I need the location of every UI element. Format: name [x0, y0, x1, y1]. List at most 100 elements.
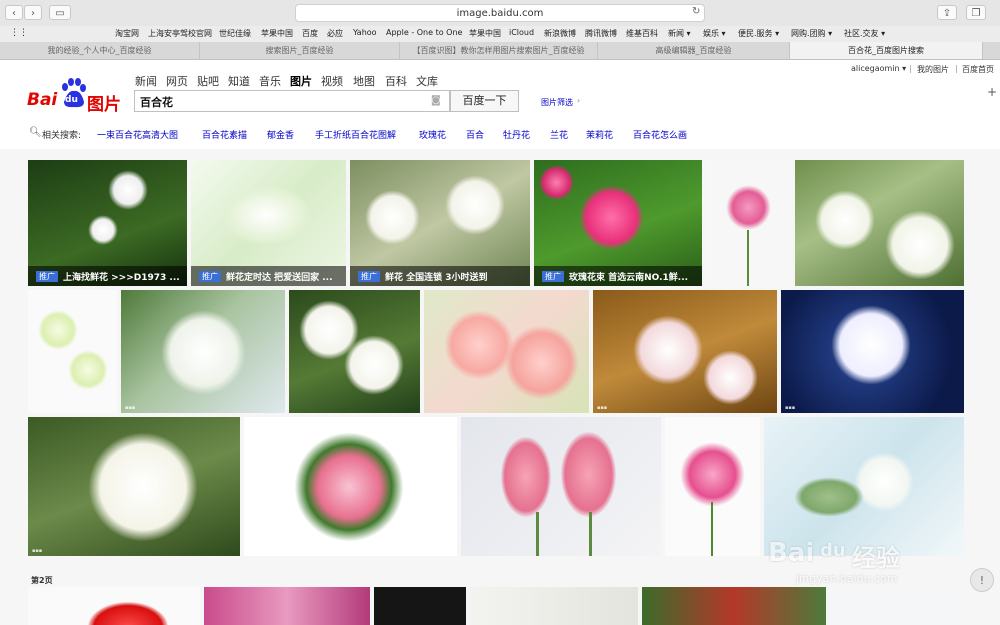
image-result[interactable]: [665, 417, 760, 556]
search-button[interactable]: 百度一下: [450, 90, 519, 112]
browser-tab[interactable]: 我的经验_个人中心_百度经验: [0, 42, 200, 59]
share-button[interactable]: ⇪: [937, 5, 957, 20]
favorite-link[interactable]: Apple - One to One: [386, 28, 462, 37]
nav-tieba[interactable]: 贴吧: [197, 73, 219, 89]
ad-overlay: 推广 鲜花定时达 把爱送回家 ...: [191, 266, 346, 286]
image-result[interactable]: [28, 587, 200, 625]
back-button[interactable]: ‹: [5, 5, 23, 20]
nav-news[interactable]: 新闻: [135, 73, 157, 89]
image-result[interactable]: [289, 290, 420, 413]
chevron-left-icon: ‹: [12, 8, 16, 19]
favorite-link[interactable]: 上海安亭驾校官网: [148, 28, 212, 39]
camera-icon[interactable]: ◙: [431, 95, 441, 106]
related-item[interactable]: 百合花素描: [202, 128, 247, 141]
feedback-button[interactable]: !: [970, 568, 994, 592]
page-2-label: 第2页: [31, 576, 53, 585]
favorite-link[interactable]: 苹果中国: [261, 28, 293, 39]
favorite-link[interactable]: 淘宝网: [115, 28, 139, 39]
image-filter-link[interactable]: 图片筛选: [541, 97, 573, 108]
image-result[interactable]: [642, 587, 826, 625]
favorite-menu[interactable]: 网购.团购 ▾: [791, 28, 832, 39]
share-icon: ⇪: [942, 8, 952, 19]
nav-zhidao[interactable]: 知道: [228, 73, 250, 89]
image-result[interactable]: [706, 160, 791, 286]
image-result[interactable]: [374, 587, 466, 625]
image-result[interactable]: 推广 上海找鲜花 >>>D1973 ...: [28, 160, 187, 286]
image-result[interactable]: [830, 587, 964, 625]
related-item[interactable]: 手工折纸百合花图解: [315, 128, 396, 141]
image-result[interactable]: [204, 587, 370, 625]
browser-tab-active[interactable]: 百合花_百度图片搜索: [790, 42, 983, 59]
my-images-link[interactable]: 我的图片: [917, 64, 949, 75]
new-tab-icon[interactable]: +: [987, 85, 997, 99]
tabs-overview-button[interactable]: ❐: [966, 5, 986, 20]
related-item[interactable]: 茉莉花: [586, 128, 613, 141]
favorite-link[interactable]: Yahoo: [353, 28, 377, 37]
image-watermark: ▪▪▪: [785, 405, 796, 411]
favorite-link[interactable]: 腾讯微博: [585, 28, 617, 39]
favorite-link[interactable]: 百度: [302, 28, 318, 39]
nav-baike[interactable]: 百科: [385, 73, 407, 89]
image-result[interactable]: 推广 鲜花 全国连锁 3小时送到: [350, 160, 530, 286]
related-item[interactable]: 兰花: [550, 128, 568, 141]
image-result[interactable]: [795, 160, 964, 286]
related-item[interactable]: 百合花怎么画: [633, 128, 687, 141]
tabs-icon: ❐: [971, 8, 981, 19]
sidebar-button[interactable]: ▭: [49, 5, 71, 20]
browser-tab[interactable]: 高级编辑器_百度经验: [598, 42, 790, 59]
favorite-menu[interactable]: 社区.交友 ▾: [844, 28, 885, 39]
image-result[interactable]: [764, 417, 964, 556]
chevron-right-icon: ›: [577, 96, 581, 105]
image-result[interactable]: [244, 417, 457, 556]
favorite-link[interactable]: 世纪佳缘: [219, 28, 251, 39]
favorite-link[interactable]: 新浪微博: [544, 28, 576, 39]
image-result[interactable]: ▪▪▪: [121, 290, 285, 413]
image-result[interactable]: ▪▪▪: [593, 290, 777, 413]
logo-du-text: du: [65, 95, 78, 105]
search-query: 百合花: [140, 96, 173, 109]
favorite-menu[interactable]: 娱乐 ▾: [703, 28, 726, 39]
user-menu[interactable]: alicegaomin ▾: [851, 64, 906, 73]
nav-music[interactable]: 音乐: [259, 73, 281, 89]
related-item[interactable]: 郁金香: [267, 128, 294, 141]
nav-images[interactable]: 图片: [290, 73, 312, 89]
related-item[interactable]: 牡丹花: [503, 128, 530, 141]
image-result[interactable]: 推广 鲜花定时达 把爱送回家 ...: [191, 160, 346, 286]
baidu-logo[interactable]: Bai du 图片: [27, 78, 127, 115]
image-result[interactable]: [28, 290, 117, 413]
image-result[interactable]: ▪▪▪: [28, 417, 240, 556]
ad-text: 上海找鲜花 >>>D1973 ...: [63, 273, 180, 283]
favorite-link[interactable]: iCloud: [509, 28, 534, 37]
forward-button[interactable]: ›: [24, 5, 42, 20]
browser-tab[interactable]: 搜索图片_百度经验: [200, 42, 400, 59]
reload-icon[interactable]: ↻: [692, 6, 700, 17]
related-label: 相关搜索:: [42, 131, 82, 141]
ad-text: 鲜花 全国连锁 3小时送到: [385, 273, 488, 283]
ad-overlay: 推广 玫瑰花束 首选云南NO.1鲜...: [534, 266, 702, 286]
related-item[interactable]: 一束百合花高清大图: [97, 128, 178, 141]
image-result[interactable]: [470, 587, 638, 625]
favorite-menu[interactable]: 新闻 ▾: [668, 28, 691, 39]
nav-map[interactable]: 地图: [353, 73, 375, 89]
image-result[interactable]: 推广 玫瑰花束 首选云南NO.1鲜...: [534, 160, 702, 286]
image-result[interactable]: [461, 417, 661, 556]
nav-video[interactable]: 视频: [321, 73, 343, 89]
nav-web[interactable]: 网页: [166, 73, 188, 89]
favorite-link[interactable]: 苹果中国: [469, 28, 501, 39]
search-input[interactable]: [134, 90, 450, 112]
url-text: image.baidu.com: [456, 8, 544, 19]
nav-wenku[interactable]: 文库: [416, 73, 438, 89]
related-item[interactable]: 百合: [466, 128, 484, 141]
favorite-link[interactable]: 必应: [327, 28, 343, 39]
image-result[interactable]: ▪▪▪: [781, 290, 964, 413]
logo-suffix: 图片: [87, 95, 121, 115]
favorite-menu[interactable]: 便民.服务 ▾: [738, 28, 779, 39]
grid-icon[interactable]: ⋮⋮: [10, 28, 28, 38]
browser-tab[interactable]: 【百度识图】教你怎样用图片搜索图片_百度经验: [400, 42, 598, 59]
search-icon: 🔍︎: [29, 127, 42, 138]
related-item[interactable]: 玫瑰花: [419, 128, 446, 141]
image-result[interactable]: [424, 290, 589, 413]
favorite-link[interactable]: 维基百科: [626, 28, 658, 39]
address-bar[interactable]: image.baidu.com: [295, 4, 705, 22]
homepage-link[interactable]: 百度首页: [962, 64, 994, 75]
